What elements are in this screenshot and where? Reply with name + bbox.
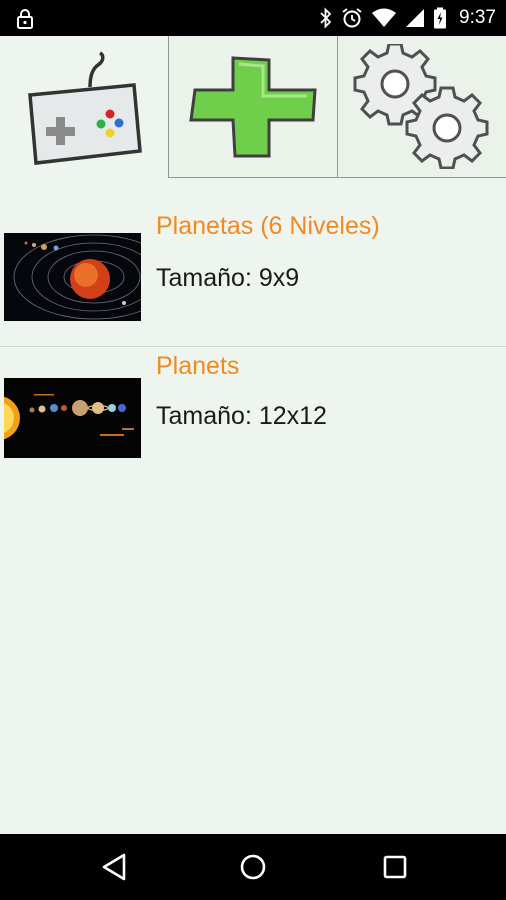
battery-icon bbox=[434, 7, 447, 29]
puzzle-title: Planets bbox=[156, 352, 240, 380]
plus-icon bbox=[189, 55, 317, 157]
tab-settings[interactable] bbox=[338, 36, 506, 178]
gears-icon bbox=[353, 44, 489, 169]
tab-bar bbox=[0, 36, 506, 178]
recents-icon[interactable] bbox=[380, 852, 410, 882]
planets-lineup-image bbox=[4, 378, 141, 458]
list-item[interactable]: Planetas (6 Niveles) Tamaño: 9x9 bbox=[0, 178, 506, 346]
home-icon[interactable] bbox=[238, 852, 268, 882]
puzzle-size: Tamaño: 9x9 bbox=[156, 264, 300, 292]
tab-add[interactable] bbox=[169, 36, 338, 178]
alarm-icon bbox=[342, 8, 362, 28]
back-icon[interactable] bbox=[100, 852, 130, 882]
navigation-bar bbox=[0, 834, 506, 900]
status-bar: 9:37 bbox=[0, 0, 506, 36]
signal-icon bbox=[406, 9, 425, 27]
list-item[interactable]: Planets Tamaño: 12x12 bbox=[0, 346, 506, 514]
solar-system-orbits-image bbox=[4, 233, 141, 321]
gamepad-icon bbox=[27, 51, 142, 165]
puzzle-size: Tamaño: 12x12 bbox=[156, 402, 327, 430]
lock-icon bbox=[17, 9, 33, 29]
puzzle-title: Planetas (6 Niveles) bbox=[156, 212, 380, 240]
tab-play[interactable] bbox=[0, 36, 169, 178]
puzzle-list: Planetas (6 Niveles) Tamaño: 9x9 Planets… bbox=[0, 178, 506, 514]
wifi-icon bbox=[372, 8, 397, 27]
clock: 9:37 bbox=[459, 7, 496, 28]
bluetooth-icon bbox=[320, 7, 332, 29]
